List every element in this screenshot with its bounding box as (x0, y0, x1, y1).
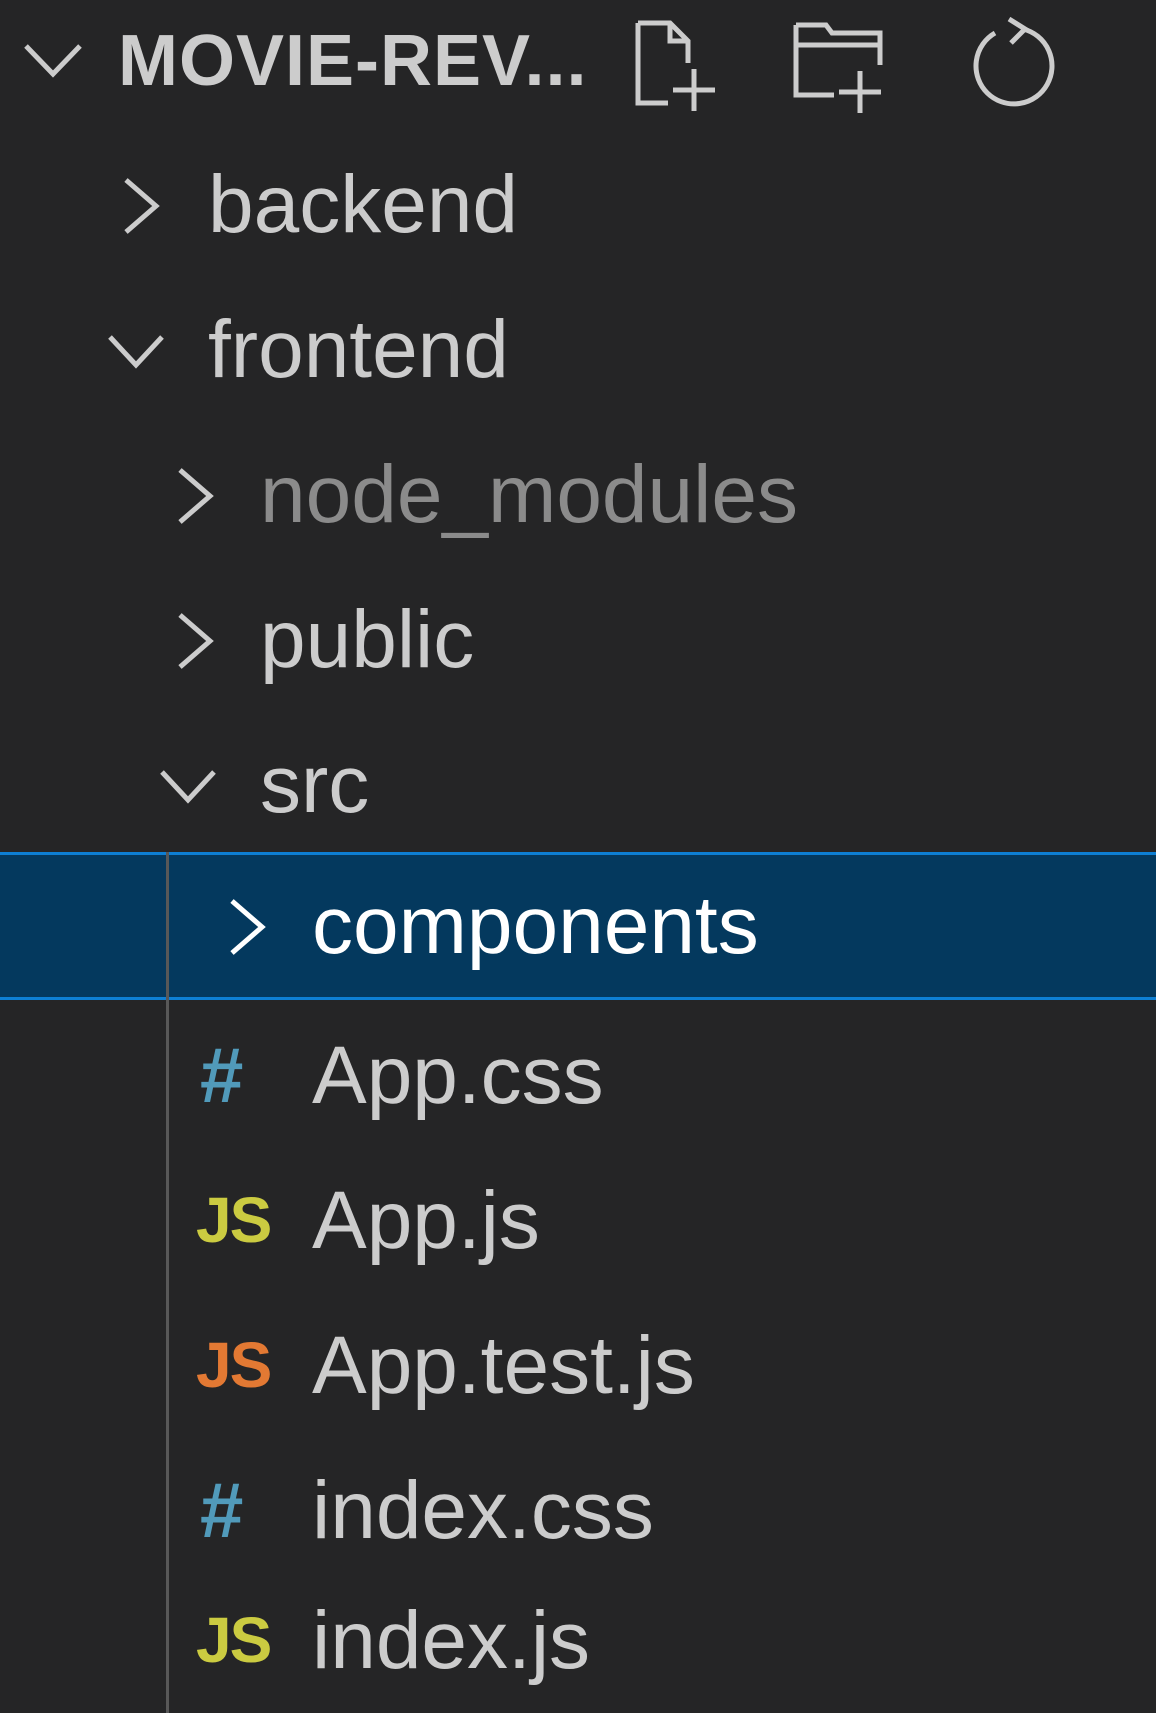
tree-item-label: index.js (312, 1595, 591, 1686)
tree-item-node-modules[interactable]: node_modules (0, 422, 1156, 567)
tree-item-label: node_modules (260, 449, 798, 540)
tree-item-label: App.test.js (312, 1320, 695, 1411)
js-file-icon: JS (196, 1184, 272, 1256)
tree-item-app-test-js[interactable]: JS App.test.js (0, 1293, 1156, 1438)
explorer-panel: MOVIE-REV... backend frontend node_modul… (0, 0, 1156, 1713)
test-js-file-icon: JS (196, 1329, 272, 1401)
chevron-right-icon (178, 468, 214, 524)
css-file-icon: # (200, 1466, 244, 1554)
new-folder-icon (793, 22, 883, 113)
tree-item-label: index.css (312, 1465, 654, 1556)
tree-item-index-js[interactable]: JS index.js (0, 1568, 1156, 1713)
refresh-icon (973, 16, 1055, 107)
tree-item-src[interactable]: src (0, 712, 1156, 857)
tree-item-frontend[interactable]: frontend (0, 277, 1156, 422)
tree-item-app-js[interactable]: JS App.js (0, 1148, 1156, 1293)
new-file-button[interactable] (620, 10, 730, 120)
tree-item-app-css[interactable]: # App.css (0, 1003, 1156, 1148)
tree-item-label: App.css (312, 1030, 604, 1121)
tree-item-index-css[interactable]: # index.css (0, 1438, 1156, 1583)
chevron-right-icon (230, 899, 266, 955)
tree-item-label: backend (208, 159, 519, 250)
tree-item-label: public (260, 594, 475, 685)
tree-item-backend[interactable]: backend (0, 132, 1156, 277)
explorer-header[interactable]: MOVIE-REV... (0, 0, 1156, 118)
css-file-icon: # (200, 1031, 244, 1119)
tree-item-components[interactable]: components (0, 852, 1156, 1000)
js-file-icon: JS (196, 1604, 272, 1676)
tree-item-label: src (260, 739, 370, 830)
project-title[interactable]: MOVIE-REV... (118, 16, 587, 106)
refresh-button[interactable] (960, 10, 1070, 120)
tree-item-label: App.js (312, 1175, 540, 1266)
chevron-right-icon (178, 613, 214, 669)
chevron-down-icon[interactable] (22, 36, 84, 86)
new-file-icon (635, 20, 715, 111)
chevron-right-icon (124, 178, 160, 234)
tree-item-public[interactable]: public (0, 567, 1156, 712)
chevron-down-icon (160, 770, 216, 804)
new-folder-button[interactable] (785, 10, 895, 120)
tree-item-label: frontend (208, 304, 509, 395)
tree-item-label: components (312, 880, 759, 971)
chevron-down-icon (108, 335, 164, 369)
